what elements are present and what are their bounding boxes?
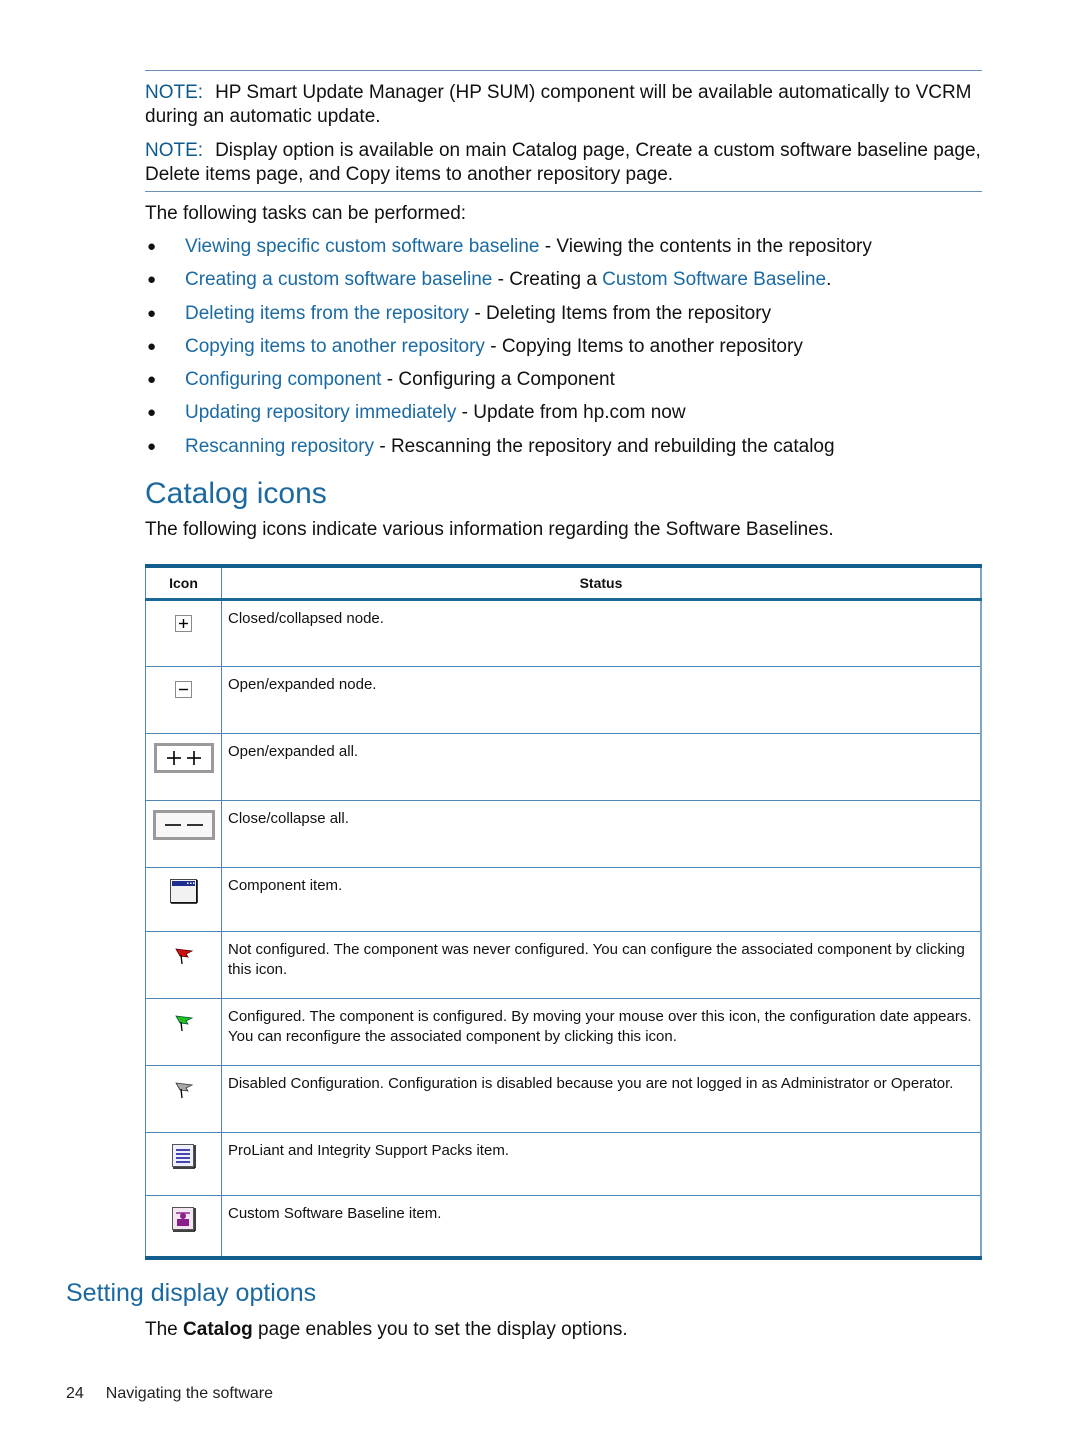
tasks-intro: The following tasks can be performed: [145, 203, 467, 224]
task-desc: Deleting Items from the repository [485, 302, 772, 324]
task-list: ● Viewing specific custom software baseli… [145, 235, 872, 468]
note-bottom-rule [145, 191, 982, 192]
table-row: Close/collapse all. [145, 800, 982, 868]
separator: - [492, 269, 510, 291]
task-desc: Viewing the contents in the repository [556, 236, 872, 257]
table-row: ProLiant and Integrity Support Packs ite… [145, 1132, 982, 1196]
table-row: Open/expanded node. [145, 666, 982, 734]
bullet-icon: ● [147, 337, 157, 355]
separator: - [381, 369, 399, 391]
minus-box-icon [175, 681, 192, 702]
text-before: The [145, 1319, 184, 1340]
separator: - [539, 236, 557, 257]
support-pack-icon [171, 1144, 196, 1173]
table-row: Custom Software Baseline item. [145, 1195, 982, 1258]
status-text: Close/collapse all. [221, 800, 982, 868]
collapse-all-icon [152, 810, 215, 844]
table-row: Disabled Configuration. Configuration is… [145, 1065, 982, 1133]
task-link[interactable]: Rescanning repository [185, 436, 374, 457]
status-text: Not configured. The component was never … [221, 931, 982, 999]
task-item: ● Copying items to another repository - C… [145, 335, 872, 368]
note-text: Display option is available on main Cata… [145, 140, 981, 185]
status-text: Configured. The component is configured.… [221, 998, 982, 1066]
bullet-icon: ● [147, 304, 157, 322]
catalog-icons-table: Icon Status Closed/collapsed node. Open/… [145, 564, 982, 1260]
expand-all-icon [153, 743, 214, 777]
table-row: Component item. [145, 867, 982, 932]
task-link[interactable]: Viewing specific custom software baselin… [185, 236, 540, 257]
catalog-icons-heading: Catalog icons [145, 477, 327, 510]
table-row: Closed/collapsed node. [145, 599, 982, 667]
custom-baseline-icon [171, 1207, 196, 1236]
task-item: ● Rescanning repository - Rescanning the … [145, 435, 872, 468]
note-top-rule [145, 70, 982, 71]
component-window-icon [169, 879, 198, 908]
task-item: ● Configuring component - Configuring a C… [145, 368, 872, 401]
task-desc: Configuring a Component [398, 369, 615, 391]
table-row: Open/expanded all. [145, 733, 982, 801]
text-after: page enables you to set the display opti… [252, 1319, 628, 1340]
task-link[interactable]: Creating a custom software baseline [185, 269, 492, 290]
catalog-bold-term: Catalog [183, 1319, 253, 1340]
red-flag-icon [174, 946, 194, 970]
bullet-icon: ● [147, 404, 157, 422]
separator: - [469, 302, 486, 324]
status-text: Custom Software Baseline item. [221, 1195, 982, 1258]
task-desc-tail: . [826, 269, 832, 291]
page-footer: 24 Navigating the software [66, 1385, 273, 1403]
note-label: NOTE: [145, 140, 204, 161]
bullet-icon: ● [147, 238, 157, 255]
task-desc: Rescanning the repository and rebuilding… [390, 435, 835, 457]
table-row: Configured. The component is configured.… [145, 998, 982, 1066]
task-link[interactable]: Updating repository immediately [185, 402, 456, 423]
column-header-icon: Icon [145, 566, 222, 600]
task-item: ● Deleting items from the repository - De… [145, 302, 872, 335]
note-label: NOTE: [145, 82, 204, 103]
status-text: Open/expanded all. [221, 733, 982, 801]
status-text: Disabled Configuration. Configuration is… [221, 1065, 982, 1133]
table-header-row: Icon Status [145, 566, 982, 600]
column-header-status: Status [221, 566, 982, 600]
gray-flag-icon [174, 1080, 194, 1104]
footer-section-title: Navigating the software [105, 1385, 273, 1402]
status-text: ProLiant and Integrity Support Packs ite… [221, 1132, 982, 1196]
status-text: Closed/collapsed node. [221, 599, 982, 667]
task-item: ● Updating repository immediately - Updat… [145, 401, 872, 434]
catalog-icons-intro: The following icons indicate various inf… [145, 519, 834, 540]
task-item: ● Viewing specific custom software baseli… [145, 235, 872, 268]
bullet-icon: ● [147, 271, 157, 289]
status-text: Component item. [221, 867, 982, 932]
separator: - [456, 402, 474, 424]
task-link[interactable]: Copying items to another repository [185, 336, 485, 357]
task-link[interactable]: Configuring component [185, 369, 381, 390]
status-text: Open/expanded node. [221, 666, 982, 734]
table-row: Not configured. The component was never … [145, 931, 982, 999]
note-text: HP Smart Update Manager (HP SUM) compone… [145, 82, 972, 127]
separator: - [374, 435, 391, 457]
task-item: ● Creating a custom software baseline - C… [145, 268, 872, 301]
note-1: NOTE: HP Smart Update Manager (HP SUM) co… [145, 81, 985, 129]
bullet-icon: ● [147, 437, 157, 455]
task-desc: Copying Items to another repository [501, 335, 803, 357]
plus-box-icon [175, 615, 192, 636]
task-link[interactable]: Deleting items from the repository [185, 303, 469, 324]
page-number: 24 [66, 1385, 84, 1402]
display-options-heading: Setting display options [66, 1279, 317, 1307]
separator: - [484, 335, 502, 357]
task-desc: Update from hp.com now [473, 402, 686, 424]
green-flag-icon [174, 1013, 194, 1037]
display-options-text: The Catalog page enables you to set the … [145, 1318, 628, 1342]
note-2: NOTE: Display option is available on main… [145, 139, 985, 187]
task-desc-link[interactable]: Custom Software Baseline [602, 269, 826, 290]
bullet-icon: ● [147, 371, 157, 389]
task-desc: Creating a [509, 269, 603, 291]
